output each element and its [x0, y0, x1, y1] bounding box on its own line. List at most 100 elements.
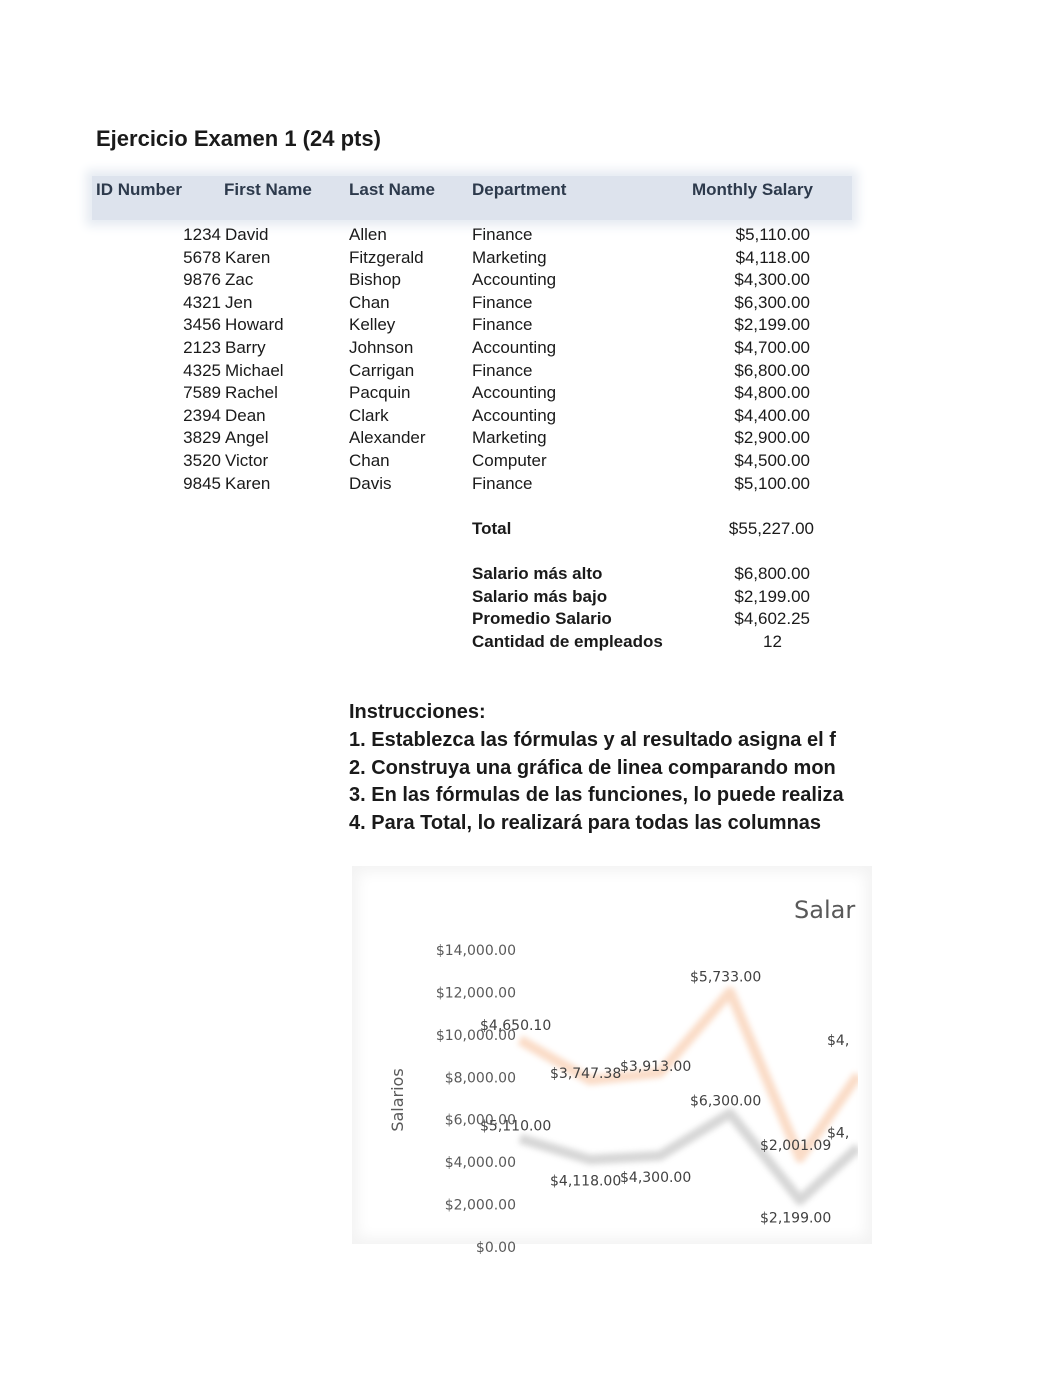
cell-department: Finance [472, 315, 533, 335]
cell-last-name: Chan [349, 451, 390, 470]
y-tick-label: $2,000.00 [445, 1198, 516, 1214]
header-last-name: Last Name [349, 180, 435, 199]
cell-department: Accounting [472, 270, 557, 290]
series-1-data-label: $4,118.00 [550, 1174, 621, 1190]
series-2-data-label: $3,747.38 [550, 1066, 621, 1082]
stat-label: Salario más alto [472, 564, 603, 583]
y-tick-label: $14,000.00 [436, 943, 516, 959]
cell-first-name: Dean [225, 405, 266, 425]
cell-first-name: Jen [225, 292, 253, 312]
stat-label: Promedio Salario [472, 609, 612, 629]
header-id-number: ID Number [96, 180, 182, 199]
cell-first-name: Howard [225, 315, 284, 335]
page-title: Ejercicio Examen 1 (24 pts) [96, 126, 381, 151]
series-1-data-label: $4,300.00 [620, 1170, 691, 1186]
series-2-data-label: $5,733.00 [690, 970, 761, 986]
header-department: Department [472, 180, 567, 199]
cell-salary: $4,800.00 [734, 383, 810, 403]
cell-department: Accounting [472, 383, 557, 403]
cell-first-name: Michael [225, 360, 284, 380]
y-tick-label: $12,000.00 [436, 985, 516, 1001]
cell-id: 9845 [183, 473, 221, 493]
cell-first-name: Karen [225, 473, 271, 493]
cell-salary: $2,199.00 [734, 315, 810, 335]
cell-id: 1234 [183, 225, 221, 244]
y-tick-label: $0.00 [476, 1240, 516, 1256]
cell-first-name: Karen [225, 247, 271, 267]
cell-department: Computer [472, 451, 547, 470]
salary-line-chart: Salar$5,110.00$4,118.00$4,300.00$6,300.0… [388, 896, 858, 1256]
cell-id: 3456 [183, 315, 221, 335]
cell-id: 3520 [183, 451, 221, 470]
stat-label: Salario más bajo [472, 586, 608, 606]
cell-first-name: Barry [225, 338, 266, 357]
instruction-item: 3. En las fórmulas de las funciones, lo … [349, 784, 844, 806]
series-2-data-label: $2,001.09 [760, 1138, 831, 1154]
cell-first-name: Victor [225, 451, 269, 470]
y-tick-label: $8,000.00 [445, 1070, 516, 1086]
cell-department: Marketing [472, 247, 547, 267]
cell-id: 4325 [183, 360, 221, 380]
cell-id: 4321 [183, 292, 221, 312]
cell-department: Accounting [472, 338, 557, 357]
cell-department: Finance [472, 225, 533, 244]
total-value: $55,227.00 [728, 519, 814, 538]
cell-salary: $5,110.00 [735, 225, 810, 244]
cell-salary: $6,300.00 [734, 292, 810, 312]
cell-id: 7589 [183, 383, 221, 403]
cell-last-name: Clark [349, 405, 389, 425]
cell-salary: $6,800.00 [734, 360, 810, 380]
y-tick-label: $10,000.00 [436, 1028, 516, 1044]
cell-department: Accounting [472, 405, 557, 425]
instructions-heading: Instrucciones: [349, 701, 486, 723]
y-tick-label: $4,000.00 [445, 1155, 516, 1171]
cell-department: Finance [472, 292, 533, 312]
cell-salary: $4,700.00 [734, 338, 810, 357]
cell-last-name: Bishop [349, 270, 401, 290]
cell-first-name: Rachel [225, 383, 278, 403]
cell-id: 2123 [183, 338, 221, 357]
cell-first-name: David [225, 225, 269, 244]
cell-salary: $5,100.00 [734, 473, 810, 493]
instruction-item: 2. Construya una gráfica de linea compar… [349, 756, 836, 779]
cell-last-name: Johnson [349, 338, 414, 357]
series-2-data-label: $3,913.00 [620, 1059, 691, 1075]
cell-salary: $4,300.00 [734, 270, 810, 290]
cell-department: Marketing [472, 428, 547, 448]
cell-salary: $2,900.00 [734, 428, 810, 448]
cell-id: 2394 [183, 405, 221, 425]
header-first-name: First Name [224, 180, 312, 199]
stat-value: $2,199.00 [734, 586, 810, 606]
cell-last-name: Carrigan [349, 360, 415, 380]
cell-last-name: Pacquin [349, 383, 411, 403]
cell-last-name: Allen [349, 225, 387, 244]
cell-first-name: Angel [225, 428, 269, 448]
cell-id: 9876 [183, 270, 221, 290]
stat-label: Cantidad de empleados [472, 631, 663, 651]
series-1-data-label: $6,300.00 [690, 1093, 761, 1109]
total-label: Total [472, 519, 512, 538]
cell-last-name: Chan [349, 292, 390, 312]
header-monthly-salary: Monthly Salary [692, 180, 813, 199]
cell-salary: $4,400.00 [734, 405, 810, 425]
cell-last-name: Kelley [349, 315, 396, 335]
cell-id: 5678 [183, 247, 221, 267]
cell-salary: $4,118.00 [735, 247, 810, 267]
cell-last-name: Alexander [349, 428, 426, 448]
cell-last-name: Fitzgerald [349, 247, 424, 267]
stat-value: $6,800.00 [734, 564, 810, 583]
instruction-item: 1. Establezca las fórmulas y al resultad… [349, 729, 836, 751]
stat-value: $4,602.25 [734, 609, 810, 629]
cell-salary: $4,500.00 [734, 451, 810, 470]
y-axis-label: Salarios [388, 1068, 407, 1131]
series-1-data-label: $2,199.00 [760, 1210, 831, 1226]
cell-first-name: Zac [225, 270, 254, 290]
cell-id: 3829 [183, 428, 221, 448]
y-tick-label: $6,000.00 [445, 1113, 516, 1129]
cell-last-name: Davis [349, 473, 392, 493]
series-2-data-label: $4, [827, 1033, 849, 1049]
cell-department: Finance [472, 360, 533, 380]
chart-title: Salar [794, 896, 855, 924]
instruction-item: 4. Para Total, lo realizará para todas l… [349, 811, 822, 834]
stat-value: 12 [763, 631, 782, 651]
